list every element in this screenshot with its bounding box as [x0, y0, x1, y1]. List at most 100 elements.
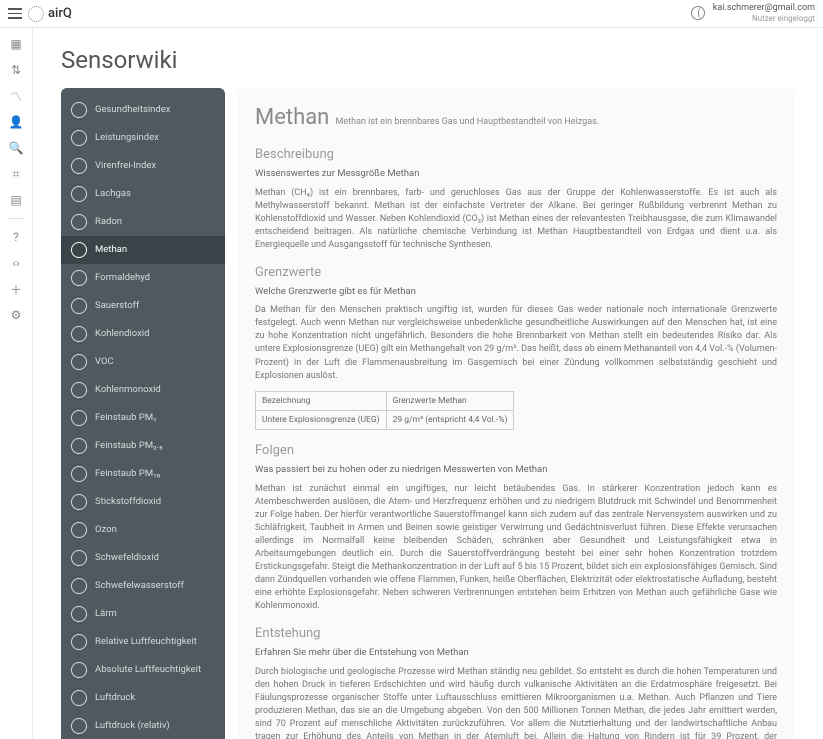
sidebar-item-5[interactable]: Methan [61, 236, 225, 264]
sidebar-item-16[interactable]: Schwefeldioxid [61, 544, 225, 572]
section-heading-entstehung: Entstehung [255, 625, 777, 644]
language-icon[interactable] [691, 6, 705, 20]
sensor-icon [71, 102, 87, 118]
nav-code-icon[interactable]: ‹› [6, 253, 26, 273]
topbar: airQ kai.schmerer@gmail.com Nutzer einge… [0, 0, 823, 28]
sidebar-item-10[interactable]: Kohlenmonoxid [61, 376, 225, 404]
sidebar-item-label: Stickstoffdioxid [95, 497, 161, 507]
sidebar-item-label: Absolute Luftfeuchtigkeit [95, 665, 201, 675]
sidebar-item-14[interactable]: Stickstoffdioxid [61, 488, 225, 516]
sidebar-item-4[interactable]: Radon [61, 208, 225, 236]
sidebar-item-13[interactable]: Feinstaub PM₁₀ [61, 460, 225, 488]
sidebar-item-15[interactable]: Ozon [61, 516, 225, 544]
section-text: Da Methan für den Menschen praktisch ung… [255, 304, 777, 382]
sensor-icon [71, 354, 87, 370]
sensor-icon [71, 634, 87, 650]
sensor-icon [71, 410, 87, 426]
table-cell: Untere Explosionsgrenze (UEG) [256, 410, 387, 429]
sidebar-item-label: Luftdruck [95, 693, 135, 703]
logo-text: airQ [48, 6, 72, 21]
sensor-icon [71, 522, 87, 538]
article: Methan Methan ist ein brennbares Gas und… [237, 88, 795, 739]
sidebar-item-label: Sauerstoff [95, 301, 139, 311]
section-heading-folgen: Folgen [255, 442, 777, 461]
nav-help-icon[interactable]: ? [6, 227, 26, 247]
sidebar-item-label: Relative Luftfeuchtigkeit [95, 637, 197, 647]
sidebar-item-label: Schwefeldioxid [95, 553, 159, 563]
user-status: Nutzer eingeloggt [713, 14, 815, 24]
section-sub: Welche Grenzwerte gibt es für Methan [255, 285, 777, 299]
page-title: Sensorwiki [61, 46, 795, 74]
nav-user-icon[interactable]: 👤 [6, 112, 26, 132]
sidebar-item-6[interactable]: Formaldehyd [61, 264, 225, 292]
section-sub: Wissenswertes zur Messgröße Methan [255, 167, 777, 181]
sidebar-item-label: Gesundheitsindex [95, 105, 171, 115]
table-cell: 29 g/m³ (entspricht 4,4 Vol.-%) [386, 410, 514, 429]
limits-table: BezeichnungGrenzwerte Methan Untere Expl… [255, 391, 514, 431]
user-block[interactable]: kai.schmerer@gmail.com Nutzer eingeloggt [713, 3, 815, 23]
sidebar-item-18[interactable]: Lärm [61, 600, 225, 628]
sidebar-item-1[interactable]: Leistungsindex [61, 124, 225, 152]
sensor-icon [71, 382, 87, 398]
sidebar-item-label: Virenfrei-Index [95, 161, 156, 171]
nav-widgets-icon[interactable]: ▤ [6, 190, 26, 210]
section-heading-grenzwerte: Grenzwerte [255, 264, 777, 283]
sidebar-item-label: Lachgas [95, 189, 131, 199]
sensor-icon [71, 242, 87, 258]
sensor-icon [71, 578, 87, 594]
section-sub: Erfahren Sie mehr über die Entstehung vo… [255, 646, 777, 660]
nav-search-icon[interactable]: 🔍 [6, 138, 26, 158]
sidebar-item-22[interactable]: Luftdruck (relativ) [61, 712, 225, 739]
sidebar-item-label: Lärm [95, 609, 117, 619]
menu-toggle-icon[interactable] [8, 7, 22, 21]
user-email: kai.schmerer@gmail.com [713, 3, 815, 14]
sensor-icon [71, 214, 87, 230]
sidebar-item-label: Feinstaub PM₁₀ [95, 469, 160, 479]
sensor-icon [71, 438, 87, 454]
sidebar-item-20[interactable]: Absolute Luftfeuchtigkeit [61, 656, 225, 684]
sidebar-item-label: Schwefelwasserstoff [95, 581, 184, 591]
nav-dashboard-icon[interactable]: ▦ [6, 34, 26, 54]
sidebar-item-label: Feinstaub PM₂.₅ [95, 441, 163, 451]
sensor-list: Gesundheitsindex Leistungsindex Virenfrei-… [61, 88, 225, 739]
sidebar-item-21[interactable]: Luftdruck [61, 684, 225, 712]
section-sub: Was passiert bei zu hohen oder zu niedri… [255, 463, 777, 477]
sensor-icon [71, 270, 87, 286]
sidebar-item-label: Kohlendioxid [95, 329, 149, 339]
sensor-icon [71, 606, 87, 622]
table-header: Bezeichnung [256, 391, 387, 410]
sidebar-item-11[interactable]: Feinstaub PM₁ [61, 404, 225, 432]
article-title: Methan [255, 105, 329, 130]
nav-settings-icon[interactable]: ⚙ [6, 305, 26, 325]
sidebar-item-17[interactable]: Schwefelwasserstoff [61, 572, 225, 600]
logo-icon [28, 6, 44, 22]
nav-chart-icon[interactable]: 〽 [6, 86, 26, 106]
nav-compare-icon[interactable]: ⇅ [6, 60, 26, 80]
sidebar-item-3[interactable]: Lachgas [61, 180, 225, 208]
nav-add-icon[interactable]: ＋ [6, 279, 26, 299]
sidebar-item-label: Formaldehyd [95, 273, 150, 283]
sidebar-item-7[interactable]: Sauerstoff [61, 292, 225, 320]
sidebar-item-12[interactable]: Feinstaub PM₂.₅ [61, 432, 225, 460]
sensor-icon [71, 158, 87, 174]
sidebar-item-19[interactable]: Relative Luftfeuchtigkeit [61, 628, 225, 656]
sensor-icon [71, 550, 87, 566]
sidebar-item-label: Methan [95, 245, 127, 255]
sidebar-item-8[interactable]: Kohlendioxid [61, 320, 225, 348]
sensor-icon [71, 690, 87, 706]
sidebar-item-9[interactable]: VOC [61, 348, 225, 376]
section-text: Methan (CH₄) ist ein brennbares, farb- u… [255, 187, 777, 252]
sensor-icon [71, 130, 87, 146]
sidebar-item-0[interactable]: Gesundheitsindex [61, 96, 225, 124]
nav-scan-icon[interactable]: ⌗ [6, 164, 26, 184]
sidebar-item-label: Kohlenmonoxid [95, 385, 161, 395]
sidebar-item-label: Leistungsindex [95, 133, 159, 143]
logo[interactable]: airQ [28, 6, 72, 22]
sidebar-item-label: Luftdruck (relativ) [95, 721, 170, 731]
sensor-icon [71, 298, 87, 314]
section-text: Durch biologische und geologische Prozes… [255, 666, 777, 739]
sidebar-item-label: VOC [95, 357, 114, 367]
sidebar-item-2[interactable]: Virenfrei-Index [61, 152, 225, 180]
sensor-icon [71, 494, 87, 510]
sensor-icon [71, 186, 87, 202]
